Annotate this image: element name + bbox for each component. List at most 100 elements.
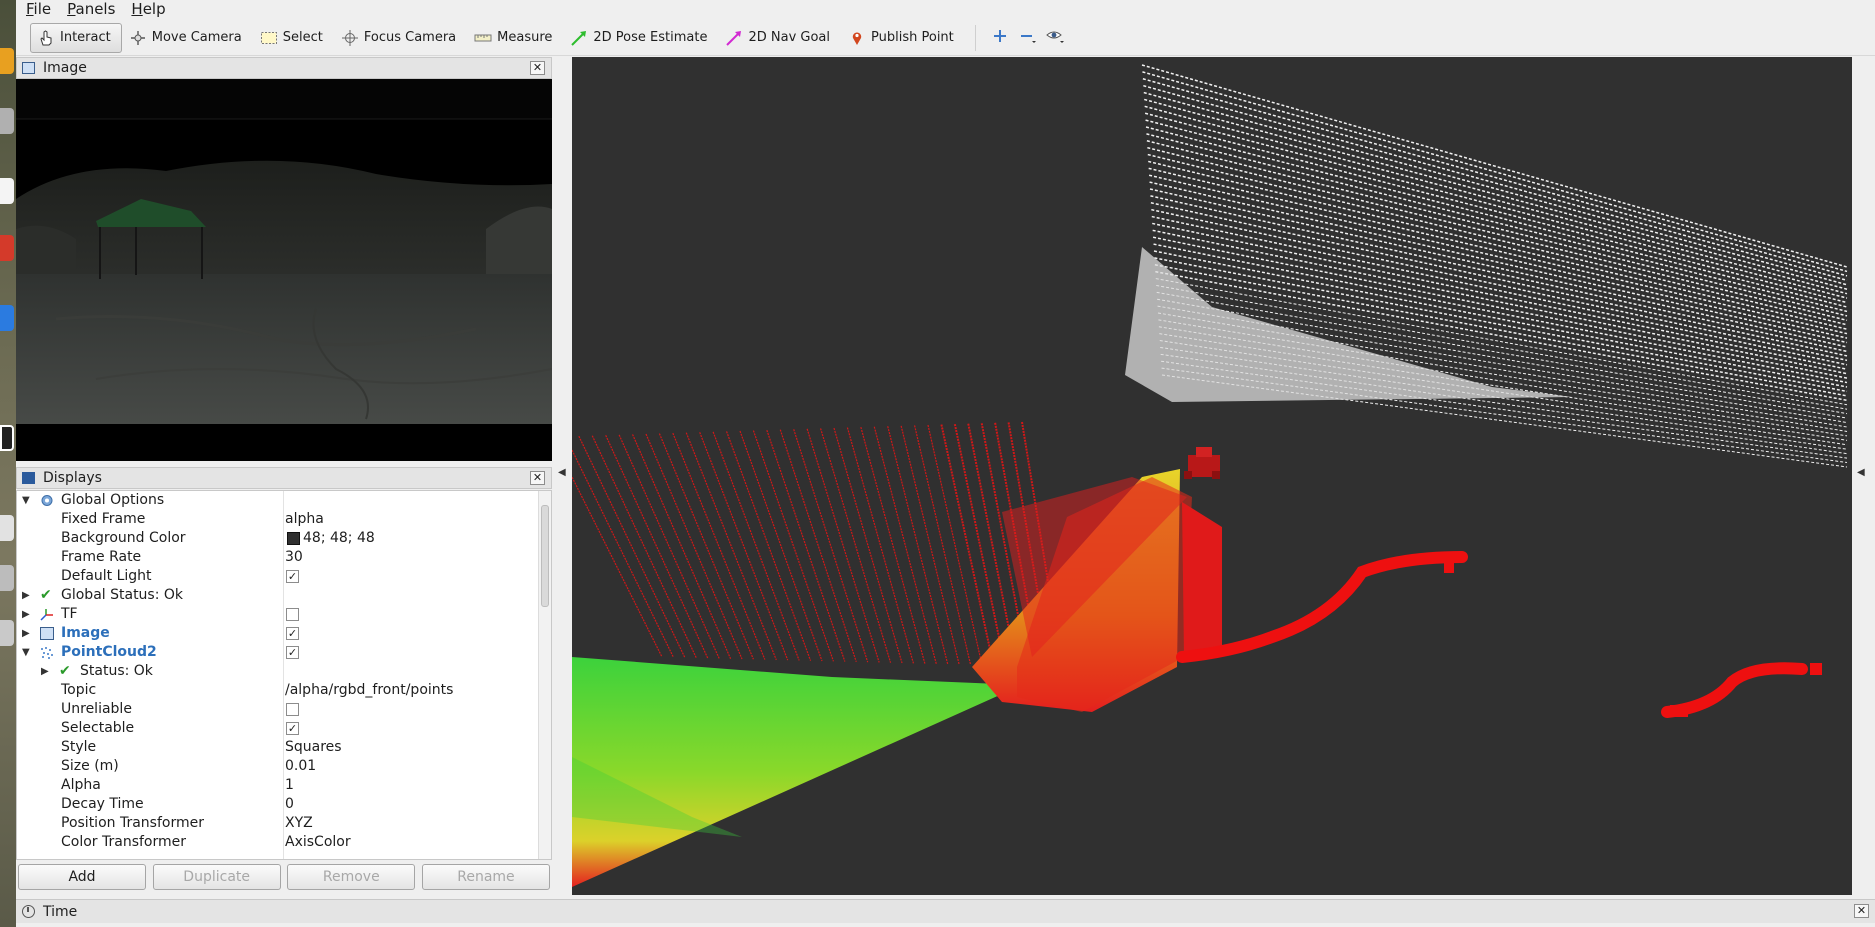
displays-tree: ▼ Global Options Fixed Frame alpha Backg… — [16, 490, 552, 860]
tree-row-position-transformer[interactable]: Position Transformer XYZ — [17, 814, 537, 833]
default-light-checkbox[interactable]: ✓ — [286, 570, 299, 583]
displays-panel-titlebar[interactable]: Displays ✕ — [16, 467, 552, 489]
close-icon[interactable]: ✕ — [1854, 904, 1869, 918]
displays-button-row: Add Duplicate Remove Rename — [16, 864, 552, 892]
unreliable-checkbox[interactable] — [286, 703, 299, 716]
remove-tool-button[interactable] — [1014, 23, 1042, 53]
collapse-left-icon[interactable]: ◀ — [558, 467, 566, 478]
expand-arrow-icon[interactable]: ▶ — [41, 662, 49, 681]
tf-checkbox[interactable] — [286, 608, 299, 621]
eye-icon — [1045, 28, 1066, 48]
expand-arrow-icon[interactable]: ▶ — [22, 624, 30, 643]
green-yellow-floor-cloud — [572, 657, 1022, 887]
dock-app-icon[interactable] — [0, 620, 14, 646]
camera-image — [16, 79, 552, 461]
dock-app-icon[interactable] — [0, 305, 14, 331]
select-box-icon — [260, 30, 278, 46]
toolbar: Interact Move Camera Select Focus Camera… — [16, 20, 1875, 56]
2d-pose-estimate-tool-button[interactable]: 2D Pose Estimate — [563, 23, 718, 53]
menu-file[interactable]: File — [16, 0, 57, 18]
left-dock: Image ✕ Displays ✕ ▼ Global Options Fixe… — [16, 57, 552, 895]
collapse-arrow-icon[interactable]: ▼ — [22, 491, 30, 510]
image-panel-titlebar[interactable]: Image ✕ — [16, 57, 552, 79]
right-dock-edge: ◀ — [1852, 57, 1875, 895]
dock-app-icon[interactable] — [0, 425, 14, 451]
remove-button[interactable]: Remove — [287, 864, 416, 890]
red-scan-lines — [572, 421, 1063, 668]
move-camera-tool-button[interactable]: Move Camera — [122, 23, 253, 53]
magenta-arrow-icon — [725, 30, 743, 46]
measure-tool-button[interactable]: Measure — [467, 23, 563, 53]
tree-row-frame-rate[interactable]: Frame Rate 30 — [17, 548, 537, 567]
tree-row-background-color[interactable]: Background Color 48; 48; 48 — [17, 529, 537, 548]
pointcloud-scene — [572, 64, 1848, 887]
expand-arrow-icon[interactable]: ▶ — [22, 586, 30, 605]
minus-icon — [1019, 28, 1037, 48]
color-swatch — [287, 532, 300, 545]
menu-panels[interactable]: Panels — [57, 0, 121, 18]
monitor-icon — [22, 472, 35, 484]
rename-button[interactable]: Rename — [421, 864, 550, 890]
background-color-value[interactable]: 48; 48; 48 — [285, 529, 375, 548]
tree-row-fixed-frame[interactable]: Fixed Frame alpha — [17, 510, 537, 529]
add-display-button[interactable]: Add — [18, 864, 146, 890]
tree-row-alpha[interactable]: Alpha 1 — [17, 776, 537, 795]
duplicate-button[interactable]: Duplicate — [152, 864, 281, 890]
gear-icon — [40, 494, 54, 507]
select-tool-button[interactable]: Select — [253, 23, 334, 53]
tree-row-decay-time[interactable]: Decay Time 0 — [17, 795, 537, 814]
tree-row-default-light[interactable]: Default Light ✓ — [17, 567, 537, 586]
collapse-arrow-icon[interactable]: ▼ — [22, 643, 30, 662]
time-panel-titlebar[interactable]: Time ✕ — [16, 899, 1875, 923]
menu-help[interactable]: Help — [121, 0, 171, 18]
dock-app-icon[interactable] — [0, 515, 14, 541]
close-icon[interactable]: ✕ — [530, 471, 545, 485]
tree-row-unreliable[interactable]: Unreliable — [17, 700, 537, 719]
selectable-checkbox[interactable]: ✓ — [286, 722, 299, 735]
2d-nav-goal-tool-button[interactable]: 2D Nav Goal — [718, 23, 841, 53]
map-pin-icon — [848, 30, 866, 46]
tree-row-image[interactable]: ▶ Image ✓ — [17, 624, 537, 643]
camera-image-view — [16, 79, 552, 461]
hand-pointer-icon — [37, 29, 55, 46]
interact-tool-button[interactable]: Interact — [30, 22, 122, 53]
tree-row-global-status[interactable]: ▶ ✔ Global Status: Ok — [17, 586, 537, 605]
scrollbar-thumb[interactable] — [541, 505, 549, 607]
red-trail-near — [1176, 551, 1468, 663]
dock-app-icon[interactable] — [0, 235, 14, 261]
tree-row-status[interactable]: ▶ ✔ Status: Ok — [17, 662, 537, 681]
image-display-icon — [40, 627, 54, 640]
image-panel-icon — [22, 62, 35, 74]
tree-row-topic[interactable]: Topic /alpha/rgbd_front/points — [17, 681, 537, 700]
tree-row-selectable[interactable]: Selectable ✓ — [17, 719, 537, 738]
tree-row-pointcloud2[interactable]: ▼ PointCloud2 ✓ — [17, 643, 537, 662]
tree-row-size[interactable]: Size (m) 0.01 — [17, 757, 537, 776]
add-tool-button[interactable] — [986, 23, 1014, 53]
publish-point-tool-button[interactable]: Publish Point — [841, 23, 965, 53]
move-camera-icon — [129, 30, 147, 46]
view-options-button[interactable] — [1042, 23, 1070, 53]
image-checkbox[interactable]: ✓ — [286, 627, 299, 640]
dock-app-icon[interactable] — [0, 178, 14, 204]
focus-crosshair-icon — [341, 29, 359, 46]
menubar: File Panels Help — [16, 0, 1875, 18]
close-icon[interactable]: ✕ — [530, 61, 545, 75]
tree-row-style[interactable]: Style Squares — [17, 738, 537, 757]
white-dense-points — [1125, 247, 1572, 402]
tree-row-tf[interactable]: ▶ TF — [17, 605, 537, 624]
checkmark-icon: ✔ — [59, 663, 71, 679]
expand-right-icon[interactable]: ◀ — [1857, 467, 1865, 478]
pointcloud2-checkbox[interactable]: ✓ — [286, 646, 299, 659]
3d-render-view[interactable] — [572, 57, 1852, 895]
tree-row-color-transformer[interactable]: Color Transformer AxisColor — [17, 833, 537, 852]
dock-splitter[interactable]: ◀ — [554, 57, 570, 895]
dock-app-icon[interactable] — [0, 48, 14, 74]
ruler-icon — [474, 30, 492, 46]
displays-scrollbar[interactable] — [538, 491, 551, 859]
expand-arrow-icon[interactable]: ▶ — [22, 605, 30, 624]
focus-camera-tool-button[interactable]: Focus Camera — [334, 23, 467, 53]
dock-app-icon[interactable] — [0, 108, 14, 134]
dock-app-icon[interactable] — [0, 565, 14, 591]
tree-row-global-options[interactable]: ▼ Global Options — [17, 491, 537, 510]
tf-axes-icon — [40, 608, 54, 621]
